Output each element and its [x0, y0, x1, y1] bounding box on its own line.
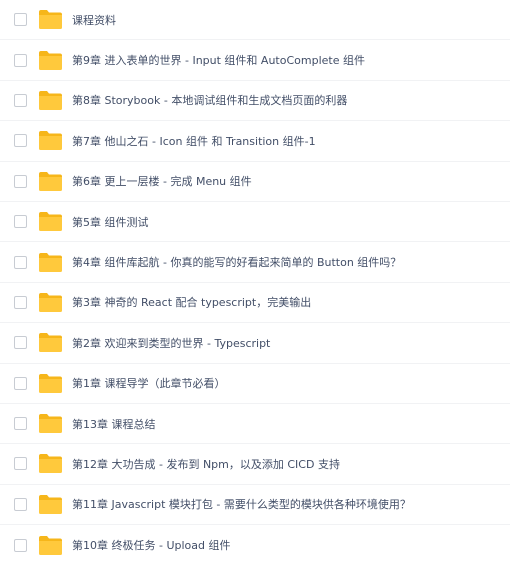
folder-name[interactable]: 第2章 欢迎来到类型的世界 - Typescript: [72, 335, 270, 351]
folder-icon: [38, 453, 63, 474]
folder-icon: [38, 252, 63, 273]
folder-icon: [38, 171, 63, 192]
folder-icon: [38, 9, 63, 30]
file-list-item[interactable]: 第13章 课程总结: [0, 404, 510, 445]
select-checkbox[interactable]: [14, 134, 27, 148]
folder-name[interactable]: 第13章 课程总结: [72, 416, 156, 432]
file-list-item[interactable]: 第4章 组件库起航 - 你真的能写的好看起来简单的 Button 组件吗？: [0, 242, 510, 283]
file-list-item[interactable]: 第11章 Javascript 模块打包 - 需要什么类型的模块供各种环境使用？: [0, 485, 510, 526]
file-list-item[interactable]: 第9章 进入表单的世界 - Input 组件和 AutoComplete 组件: [0, 40, 510, 81]
select-checkbox[interactable]: [14, 497, 27, 511]
file-list-item[interactable]: 第2章 欢迎来到类型的世界 - Typescript: [0, 323, 510, 364]
file-list: 课程资料 第9章 进入表单的世界 - Input 组件和 AutoComplet…: [0, 0, 510, 566]
select-checkbox[interactable]: [14, 417, 27, 431]
folder-icon: [38, 90, 63, 111]
folder-name[interactable]: 第5章 组件测试: [72, 214, 149, 230]
file-list-item[interactable]: 课程资料: [0, 0, 510, 41]
folder-icon: [38, 211, 63, 232]
select-checkbox[interactable]: [14, 336, 27, 350]
file-list-item[interactable]: 第5章 组件测试: [0, 202, 510, 243]
folder-name[interactable]: 第12章 大功告成 - 发布到 Npm，以及添加 CICD 支持: [72, 456, 340, 472]
select-checkbox[interactable]: [14, 93, 27, 107]
folder-name[interactable]: 课程资料: [72, 12, 116, 28]
folder-icon: [38, 413, 63, 434]
file-list-item[interactable]: 第7章 他山之石 - Icon 组件 和 Transition 组件-1: [0, 121, 510, 162]
folder-icon: [38, 130, 63, 151]
folder-icon: [38, 373, 63, 394]
folder-icon: [38, 535, 63, 556]
select-checkbox[interactable]: [14, 13, 27, 27]
file-list-item[interactable]: 第1章 课程导学（此章节必看）: [0, 364, 510, 404]
select-checkbox[interactable]: [14, 538, 27, 552]
select-checkbox[interactable]: [14, 53, 27, 67]
folder-icon: [38, 50, 63, 71]
select-checkbox[interactable]: [14, 255, 27, 269]
folder-icon: [38, 332, 63, 353]
file-list-item[interactable]: 第6章 更上一层楼 - 完成 Menu 组件: [0, 162, 510, 202]
folder-name[interactable]: 第10章 终极任务 - Upload 组件: [72, 537, 231, 553]
folder-name[interactable]: 第3章 神奇的 React 配合 typescript，完美输出: [72, 294, 311, 310]
select-checkbox[interactable]: [14, 376, 27, 390]
select-checkbox[interactable]: [14, 215, 27, 229]
folder-name[interactable]: 第8章 Storybook - 本地调试组件和生成文档页面的利器: [72, 92, 347, 108]
folder-name[interactable]: 第7章 他山之石 - Icon 组件 和 Transition 组件-1: [72, 133, 316, 149]
file-list-item[interactable]: 第10章 终极任务 - Upload 组件: [0, 525, 510, 565]
select-checkbox[interactable]: [14, 174, 27, 188]
select-checkbox[interactable]: [14, 295, 27, 309]
folder-name[interactable]: 第1章 课程导学（此章节必看）: [72, 375, 226, 391]
select-checkbox[interactable]: [14, 457, 27, 471]
folder-name[interactable]: 第4章 组件库起航 - 你真的能写的好看起来简单的 Button 组件吗？: [72, 254, 401, 270]
file-list-item[interactable]: 第3章 神奇的 React 配合 typescript，完美输出: [0, 283, 510, 324]
folder-icon: [38, 494, 63, 515]
file-list-item[interactable]: 第12章 大功告成 - 发布到 Npm，以及添加 CICD 支持: [0, 444, 510, 485]
folder-icon: [38, 292, 63, 313]
folder-name[interactable]: 第11章 Javascript 模块打包 - 需要什么类型的模块供各种环境使用？: [72, 496, 411, 512]
folder-name[interactable]: 第6章 更上一层楼 - 完成 Menu 组件: [72, 173, 252, 189]
file-list-item[interactable]: 第8章 Storybook - 本地调试组件和生成文档页面的利器: [0, 81, 510, 122]
folder-name[interactable]: 第9章 进入表单的世界 - Input 组件和 AutoComplete 组件: [72, 52, 365, 68]
